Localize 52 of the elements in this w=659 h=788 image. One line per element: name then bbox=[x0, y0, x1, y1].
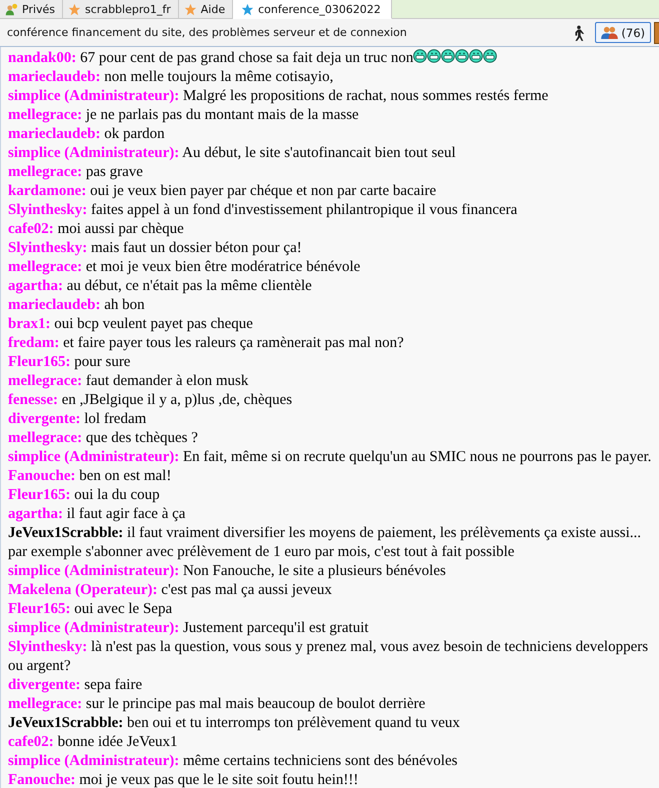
smiley-icon bbox=[413, 49, 428, 63]
chat-message: divergente: lol fredam bbox=[8, 410, 148, 429]
chat-message: fredam: et faire payer tous les raleurs ça ramènerait pas mal non? bbox=[8, 334, 405, 353]
chat-message: mellegrace: et moi je veux bien être modératrice bénévole bbox=[8, 258, 362, 277]
chat-message: simplice (Administrateur): même certains techniciens sont des bénévoles bbox=[8, 752, 458, 771]
chat-message: mellegrace: sur le principe pas mal mais beaucoup de boulot derrière bbox=[8, 695, 426, 714]
chat-message: kardamone: oui je veux bien payer par chéque et non par carte bacaire bbox=[8, 182, 438, 201]
tab[interactable]: conference_03062022 bbox=[233, 0, 392, 19]
people-icon bbox=[601, 26, 618, 39]
tab[interactable]: Privés bbox=[0, 0, 64, 19]
chat-message: Slyinthesky: mais faut un dossier béton pour ça! bbox=[8, 239, 303, 258]
chat-message: mellegrace: pas grave bbox=[8, 163, 144, 182]
smiley-icon bbox=[469, 49, 484, 63]
chat-message: Fanouche: ben on est mal! bbox=[8, 467, 172, 486]
chat-message: simplice (Administrateur): En fait, même si on recrute quelqu'un au SMIC nous ne pourrons pas le payer. bbox=[8, 448, 652, 467]
chat-message: simplice (Administrateur): Malgré les propositions de rachat, nous sommes restés ferme bbox=[8, 87, 550, 106]
chat-message: simplice (Administrateur): Justement parcequ'il est gratuit bbox=[8, 619, 370, 638]
chat-message: Fleur165: oui la du coup bbox=[8, 486, 161, 505]
chat-message: Fanouche: moi je veux pas que le le site soit foutu hein!!! bbox=[8, 771, 360, 788]
chat-message: mellegrace: que des tchèques ? bbox=[8, 429, 199, 448]
chat-message: JeVeux1Scrabble: il faut vraiment diversifier les moyens de paiement, les prélèvements ça existe aussi... par exemple s'abonner avec prélèvement de 1 euro par mois, c'est tout à fait possible bbox=[8, 524, 642, 562]
chat-message: agartha: il faut agir face à ça bbox=[8, 505, 186, 524]
chat-message: simplice (Administrateur): Au début, le site s'autofinancait bien tout seul bbox=[8, 144, 457, 163]
author-name: nandak00: bbox=[8, 50, 76, 66]
chat-message: Slyinthesky: là n'est pas la question, vous sous y prenez mal, vous avez besoin de techniciens developpers ou argent? bbox=[8, 638, 650, 676]
chat-message: divergente: sepa faire bbox=[8, 676, 144, 695]
chat-message: Makelena (Operateur): c'est pas mal ça aussi jeveux bbox=[8, 581, 333, 600]
chat-message: fenesse: en ,JBelgique il y a, p)lus ,de, chèques bbox=[8, 391, 294, 410]
chat-message: simplice (Administrateur): Non Fanouche, le site a plusieurs bénévoles bbox=[8, 562, 447, 581]
chat-message: marieclaudeb: ok pardon bbox=[8, 125, 166, 144]
topic-title: conférence financement du site, des problèmes serveur et de connexion bbox=[7, 26, 408, 39]
tab[interactable]: scrabblepro1_fr bbox=[63, 0, 179, 19]
tab[interactable]: Aide bbox=[178, 0, 234, 19]
smiley-icon bbox=[441, 49, 456, 63]
chat-message: mellegrace: je ne parlais pas du montant mais de la masse bbox=[8, 106, 360, 125]
smiley-icon bbox=[455, 49, 470, 63]
chat-message: marieclaudeb: non melle toujours la même cotisayio, bbox=[8, 68, 334, 87]
people-icon bbox=[5, 2, 18, 16]
chat-message: cafe02: bonne idée JeVeux1 bbox=[8, 733, 179, 752]
chat-message: Fleur165: oui avec le Sepa bbox=[8, 600, 174, 619]
smiley-icon bbox=[427, 49, 442, 63]
smiley-icon bbox=[483, 49, 498, 63]
chat-message: brax1: oui bcp veulent payet pas cheque bbox=[8, 315, 254, 334]
chat-message: marieclaudeb: ah bon bbox=[8, 296, 146, 315]
chat-message: Slyinthesky: faites appel à un fond d'investissement philantropique il vous financera bbox=[8, 201, 518, 220]
chat-message: JeVeux1Scrabble: ben oui et tu interromps ton prélèvement quand tu veux bbox=[8, 714, 461, 733]
chat-message: Fleur165: pour sure bbox=[8, 353, 132, 372]
chat-message: agartha: au début, ce n'était pas la même clientèle bbox=[8, 277, 313, 296]
chat-message: mellegrace: faut demander à elon musk bbox=[8, 372, 250, 391]
message-text: 67 pour cent de pas grand chose sa fait deja un truc non bbox=[79, 50, 414, 66]
users-button[interactable]: (76) bbox=[595, 22, 651, 43]
chat-message: cafe02: moi aussi par chèque bbox=[8, 220, 185, 239]
